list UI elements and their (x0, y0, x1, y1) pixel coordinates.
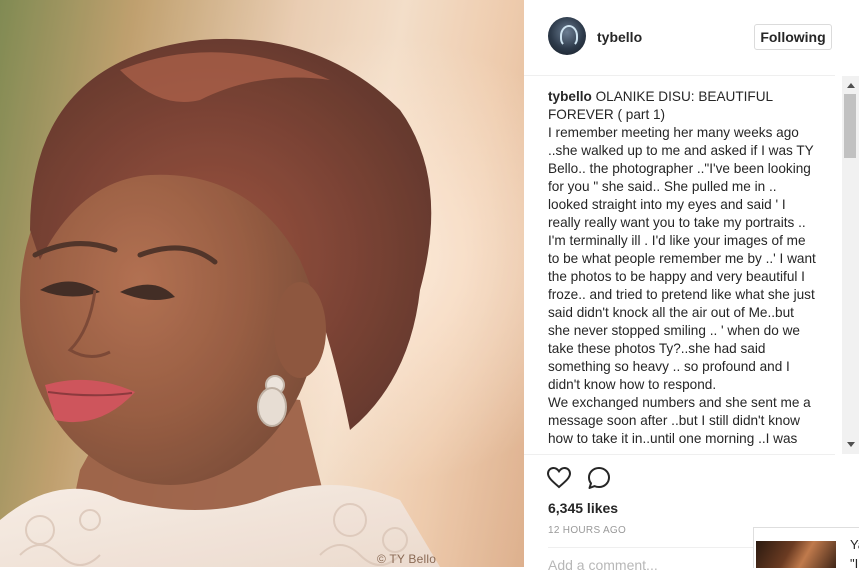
following-button[interactable]: Following (754, 24, 832, 50)
portrait-illustration (0, 0, 524, 567)
comment-icon[interactable] (586, 465, 612, 491)
photo-watermark: © TY Bello (377, 552, 437, 566)
post-header: tybello Following (524, 0, 835, 76)
scroll-up-arrow-icon[interactable] (847, 83, 855, 88)
scrollbar-thumb[interactable] (844, 94, 856, 158)
add-comment-input[interactable]: Add a comment... (548, 557, 658, 573)
caption: tybello OLANIKE DISU: BEAUTIFUL FOREVER … (548, 88, 818, 448)
username[interactable]: tybello (597, 29, 642, 45)
caption-paragraph: I remember meeting her many weeks ago ..… (548, 125, 816, 392)
avatar[interactable] (548, 17, 586, 55)
caption-paragraph: We exchanged numbers and she sent me a m… (548, 395, 811, 446)
post-timestamp[interactable]: 12 HOURS AGO (548, 525, 626, 536)
notification-thumbnail (756, 541, 836, 568)
caption-scrollbar[interactable] (842, 76, 859, 454)
heart-icon[interactable] (546, 465, 572, 491)
scroll-down-arrow-icon[interactable] (847, 442, 855, 447)
notification-text: "I (850, 556, 859, 568)
notification-card[interactable]: Ya "I (753, 527, 859, 568)
post-details-panel: tybello Following tybello OLANIKE DISU: … (524, 0, 859, 573)
notification-text: Ya (850, 537, 859, 552)
post-photo[interactable]: © TY Bello (0, 0, 524, 567)
caption-author[interactable]: tybello (548, 89, 592, 104)
likes-count[interactable]: 6,345 likes (548, 500, 618, 516)
caption-scroll-area[interactable]: tybello OLANIKE DISU: BEAUTIFUL FOREVER … (524, 76, 859, 454)
